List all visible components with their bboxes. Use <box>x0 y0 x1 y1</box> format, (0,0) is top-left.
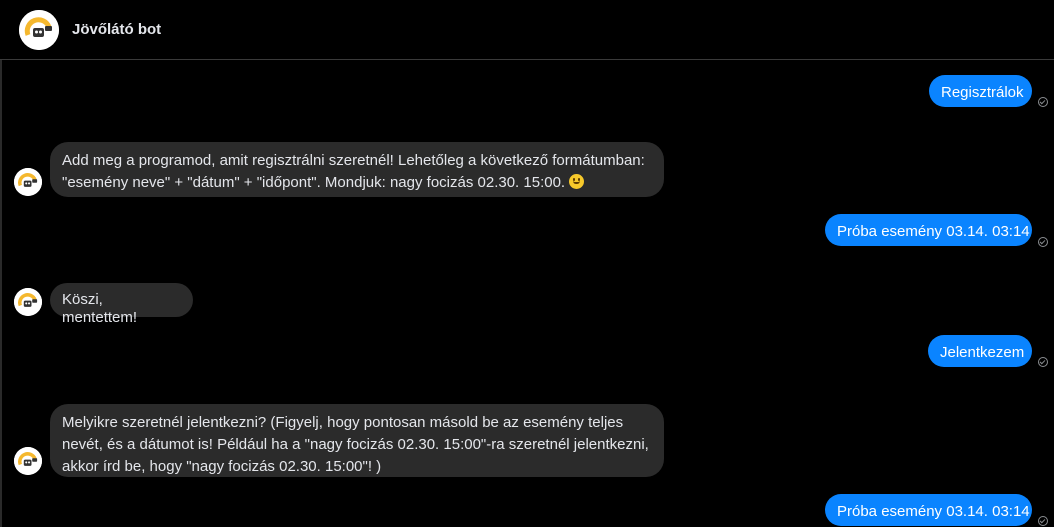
bot-avatar <box>14 447 42 475</box>
seen-check-icon <box>1038 97 1048 107</box>
bot-avatar[interactable] <box>19 10 59 50</box>
bot-logo-icon <box>14 288 42 316</box>
chat-title: Jövőlátó bot <box>72 21 162 38</box>
message-text: Add meg a programod, amit regisztrálni s… <box>62 152 645 191</box>
seen-check-icon <box>1038 357 1048 367</box>
smiling-face-icon <box>569 174 585 189</box>
incoming-message[interactable]: Add meg a programod, amit regisztrálni s… <box>50 142 664 197</box>
bot-avatar <box>14 288 42 316</box>
seen-check-icon <box>1038 237 1048 247</box>
scrollbar-track <box>0 60 2 527</box>
bot-avatar <box>14 168 42 196</box>
outgoing-message[interactable]: Jelentkezem <box>928 335 1032 367</box>
seen-check-icon <box>1038 516 1048 526</box>
incoming-message[interactable]: Köszi, mentettem! <box>50 283 193 326</box>
outgoing-message[interactable]: Regisztrálok <box>929 75 1032 107</box>
outgoing-message[interactable]: Próba esemény 03.14. 03:14 <box>825 494 1032 526</box>
incoming-message[interactable]: Melyikre szeretnél jelentkezni? (Figyelj… <box>50 404 664 477</box>
bot-logo-icon <box>19 10 59 50</box>
bot-logo-icon <box>14 447 42 475</box>
outgoing-message[interactable]: Próba esemény 03.14. 03:14 <box>825 214 1032 246</box>
chat-header: Jövőlátó bot <box>0 0 1054 60</box>
bot-logo-icon <box>14 168 42 196</box>
